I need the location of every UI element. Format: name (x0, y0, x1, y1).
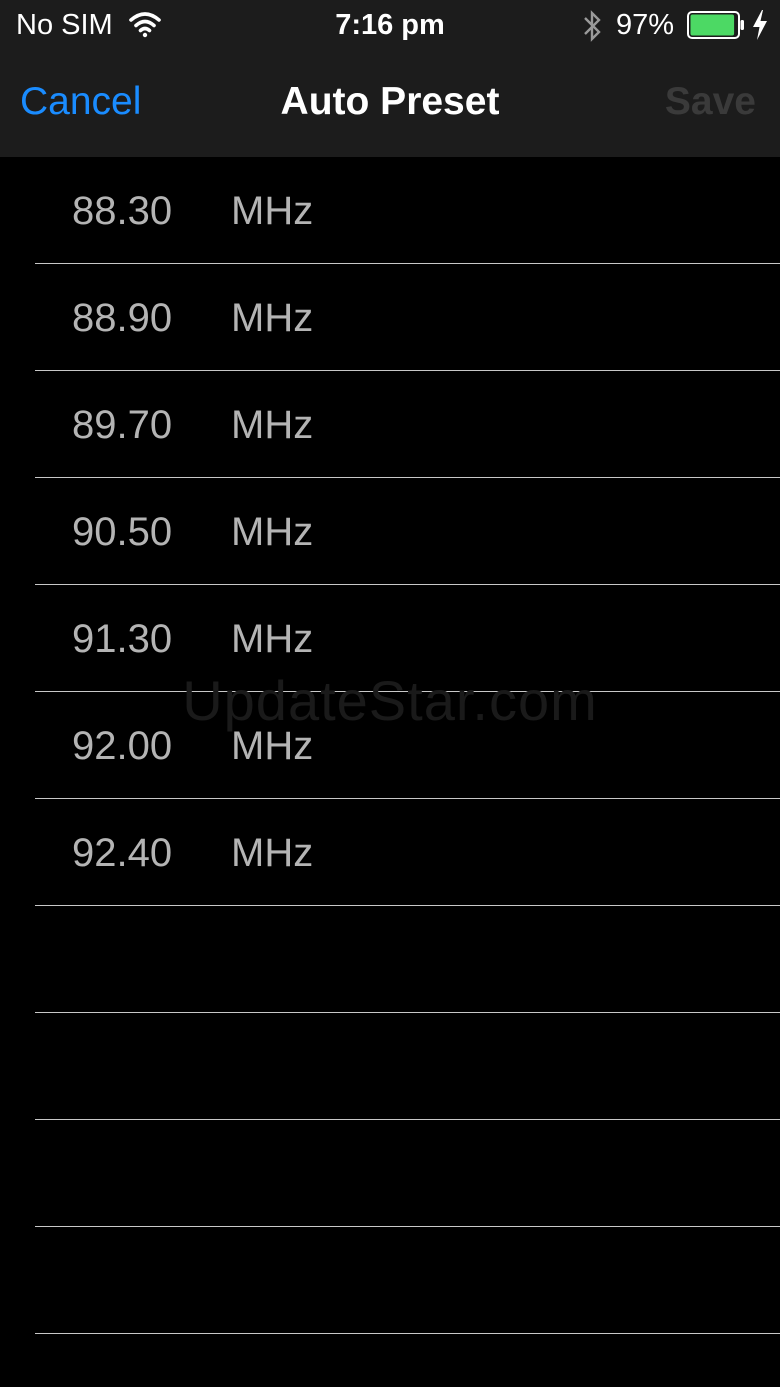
empty-row[interactable] (35, 1227, 780, 1334)
preset-unit: MHz (231, 189, 314, 233)
navigation-bar: Cancel Auto Preset Save (0, 52, 780, 157)
preset-frequency: 88.90 (72, 296, 173, 340)
battery-percent: 97% (616, 9, 675, 41)
empty-row[interactable] (35, 1120, 780, 1227)
preset-frequency: 89.70 (72, 403, 173, 447)
empty-row[interactable] (35, 1013, 780, 1120)
save-button[interactable]: Save (665, 80, 756, 124)
battery-fill (690, 14, 735, 36)
preset-frequency: 91.30 (72, 617, 173, 661)
preset-row[interactable]: 88.30 MHz (35, 157, 780, 264)
preset-unit: MHz (231, 510, 314, 554)
preset-unit: MHz (231, 724, 314, 768)
header: No SIM 7:16 pm 97% Cancel Auto Preset Sa… (0, 0, 780, 157)
preset-unit: MHz (231, 831, 314, 875)
preset-unit: MHz (231, 617, 314, 661)
bluetooth-icon (584, 10, 601, 42)
preset-row[interactable]: 88.90 MHz (35, 264, 780, 371)
preset-list: 88.30 MHz 88.90 MHz 89.70 MHz 90.50 MHz … (0, 157, 780, 1334)
preset-unit: MHz (231, 403, 314, 447)
charging-bolt-icon (753, 10, 767, 40)
status-bar: No SIM 7:16 pm 97% (0, 0, 780, 52)
preset-frequency: 92.00 (72, 724, 173, 768)
preset-row[interactable]: 89.70 MHz (35, 371, 780, 478)
preset-unit: MHz (231, 296, 314, 340)
preset-frequency: 88.30 (72, 189, 173, 233)
preset-frequency: 92.40 (72, 831, 173, 875)
preset-row[interactable]: 92.40 MHz (35, 799, 780, 906)
preset-row[interactable]: 91.30 MHz (35, 585, 780, 692)
empty-row[interactable] (35, 906, 780, 1013)
page-title: Auto Preset (280, 80, 500, 123)
preset-frequency: 90.50 (72, 510, 173, 554)
battery-icon (687, 11, 744, 39)
preset-row[interactable]: 92.00 MHz (35, 692, 780, 799)
preset-row[interactable]: 90.50 MHz (35, 478, 780, 585)
